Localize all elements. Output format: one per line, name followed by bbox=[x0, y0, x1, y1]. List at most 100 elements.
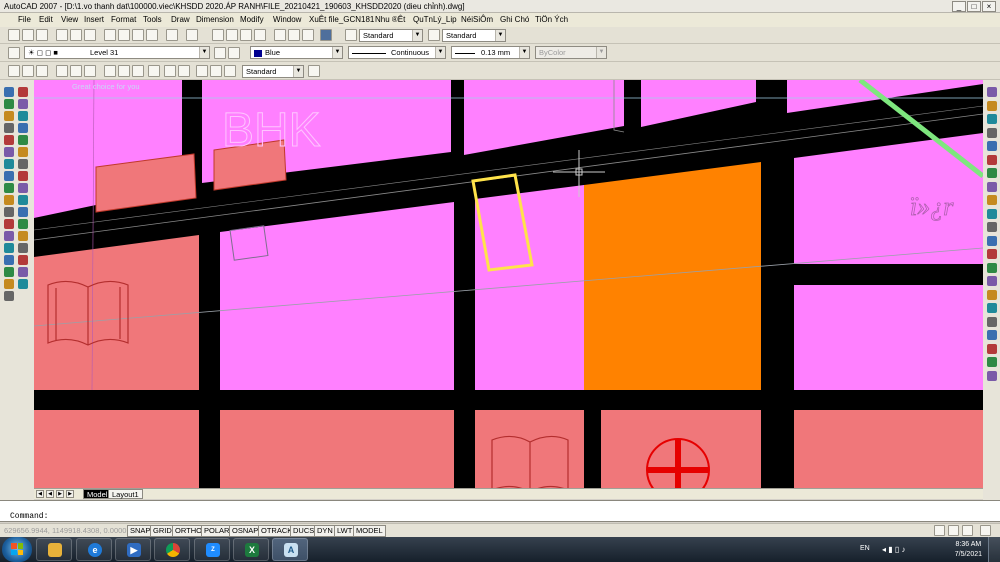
tolerance-icon[interactable] bbox=[164, 65, 176, 77]
layer-lock-icon[interactable] bbox=[987, 357, 997, 367]
lineweight-select[interactable]: 0.13 mm ▼ bbox=[451, 46, 530, 59]
parcel-residential[interactable] bbox=[794, 285, 983, 390]
media-player-taskbar-button[interactable]: ▶ bbox=[115, 538, 151, 561]
prev-tab-icon[interactable]: ◀ bbox=[46, 490, 54, 498]
paste-icon[interactable] bbox=[132, 29, 144, 41]
layer-isolate-icon[interactable] bbox=[987, 330, 997, 340]
arc-length-icon[interactable] bbox=[36, 65, 48, 77]
construction-line-icon[interactable] bbox=[18, 87, 28, 97]
angular-dim-icon[interactable] bbox=[84, 65, 96, 77]
menu-nhu-dat[interactable]: Nhu ®Êt bbox=[375, 15, 405, 24]
radius-dim-icon[interactable] bbox=[56, 65, 68, 77]
publish-icon[interactable] bbox=[84, 29, 96, 41]
erase-icon[interactable] bbox=[18, 195, 28, 205]
text-style-select[interactable]: Standard ▼ bbox=[359, 29, 423, 42]
tool-palettes-icon[interactable] bbox=[302, 29, 314, 41]
arc-icon[interactable] bbox=[18, 111, 28, 121]
explorer-taskbar-button[interactable] bbox=[36, 538, 72, 561]
last-tab-icon[interactable]: ▶ bbox=[66, 490, 74, 498]
print-icon[interactable] bbox=[56, 29, 68, 41]
stretch-icon[interactable] bbox=[987, 195, 997, 205]
menu-file[interactable]: File bbox=[18, 15, 31, 24]
copy-object-icon[interactable] bbox=[4, 207, 14, 217]
clean-screen-icon[interactable] bbox=[962, 525, 973, 536]
new-icon[interactable] bbox=[8, 29, 20, 41]
zalo-taskbar-button[interactable]: Z bbox=[194, 538, 230, 561]
show-desktop-button[interactable] bbox=[988, 537, 1000, 562]
menu-dimension[interactable]: Dimension bbox=[196, 15, 234, 24]
status-menu-icon[interactable] bbox=[980, 525, 991, 536]
scale-icon[interactable] bbox=[987, 181, 997, 192]
zoom-previous-icon[interactable] bbox=[254, 29, 266, 41]
lock-icon[interactable] bbox=[934, 525, 945, 536]
ellipse-icon[interactable] bbox=[18, 135, 28, 145]
menu-quan-ly[interactable]: QuTnLý_Lip bbox=[413, 15, 457, 24]
polygon-icon[interactable] bbox=[18, 99, 28, 109]
open-icon[interactable] bbox=[22, 29, 34, 41]
offset-icon[interactable] bbox=[4, 219, 14, 229]
explode-icon[interactable] bbox=[987, 303, 997, 313]
extend-icon[interactable] bbox=[18, 255, 28, 265]
menu-edit[interactable]: Edit bbox=[39, 15, 53, 24]
print-preview-icon[interactable] bbox=[70, 29, 82, 41]
join-icon[interactable] bbox=[987, 262, 997, 273]
chamfer-icon[interactable] bbox=[4, 279, 14, 289]
mirror-icon[interactable] bbox=[987, 114, 997, 124]
layer-walk-icon[interactable] bbox=[987, 370, 997, 381]
trim-icon[interactable] bbox=[4, 255, 14, 265]
gradient-icon[interactable] bbox=[18, 171, 28, 181]
dim-text-edit-icon[interactable] bbox=[210, 65, 222, 77]
linear-dim-icon[interactable] bbox=[8, 65, 20, 77]
linetype-select[interactable]: Continuous ▼ bbox=[348, 46, 446, 59]
menu-window[interactable]: Window bbox=[273, 15, 301, 24]
model-toggle[interactable]: MODEL bbox=[353, 525, 386, 537]
trim-icon[interactable] bbox=[987, 208, 997, 219]
parcel-commercial[interactable] bbox=[220, 410, 454, 488]
autocad-taskbar-button[interactable]: A bbox=[272, 538, 308, 561]
pan-icon[interactable] bbox=[212, 29, 224, 41]
diameter-dim-icon[interactable] bbox=[70, 65, 82, 77]
drawing-svg[interactable]: Great choice for you BHK ï»¿r bbox=[34, 80, 983, 488]
properties-icon[interactable] bbox=[274, 29, 286, 41]
rotate-icon[interactable] bbox=[18, 231, 28, 241]
parcel-residential[interactable] bbox=[475, 185, 584, 390]
drawing-area[interactable]: Great choice for you BHK ï»¿r bbox=[34, 80, 983, 488]
move-icon[interactable] bbox=[4, 231, 14, 241]
insert-block-icon[interactable] bbox=[18, 147, 28, 157]
make-block-icon[interactable] bbox=[4, 159, 14, 169]
comm-center-icon[interactable] bbox=[948, 525, 959, 536]
parcel-residential[interactable] bbox=[220, 202, 454, 390]
cut-icon[interactable] bbox=[104, 29, 116, 41]
join-icon[interactable] bbox=[18, 267, 28, 277]
table-icon[interactable] bbox=[18, 183, 28, 193]
ellipse-arc-icon[interactable] bbox=[4, 147, 14, 157]
stretch-icon[interactable] bbox=[18, 243, 28, 253]
close-button[interactable]: × bbox=[982, 1, 996, 12]
break-at-point-icon[interactable] bbox=[987, 235, 997, 246]
ortho-toggle[interactable]: ORTHO bbox=[172, 525, 205, 537]
rectangle-icon[interactable] bbox=[4, 111, 14, 121]
dim-style-select-2[interactable]: Standard ▼ bbox=[242, 65, 304, 78]
parcel-commercial[interactable] bbox=[34, 235, 199, 390]
offset-icon[interactable] bbox=[987, 127, 997, 138]
excel-taskbar-button[interactable]: X bbox=[233, 538, 269, 561]
hatch-icon[interactable] bbox=[4, 171, 14, 181]
array-icon[interactable] bbox=[18, 219, 28, 229]
fillet-icon[interactable] bbox=[987, 289, 997, 300]
help-icon[interactable] bbox=[320, 29, 332, 41]
menu-insert[interactable]: Insert bbox=[84, 15, 104, 24]
parcel-commercial[interactable] bbox=[34, 410, 199, 488]
match-properties-icon[interactable] bbox=[146, 29, 158, 41]
dim-style-icon[interactable] bbox=[428, 29, 440, 41]
tab-layout1[interactable]: Layout1 bbox=[108, 489, 143, 499]
center-mark-icon[interactable] bbox=[178, 65, 190, 77]
point-icon[interactable] bbox=[18, 159, 28, 169]
menu-draw[interactable]: Draw bbox=[171, 15, 190, 24]
ie-taskbar-button[interactable]: e bbox=[76, 538, 112, 561]
menu-ghi-chu[interactable]: Ghi Chó bbox=[500, 15, 529, 24]
layer-previous-icon[interactable] bbox=[228, 47, 240, 59]
menu-noi-diem[interactable]: NéiSiÔm bbox=[461, 15, 493, 24]
break-icon[interactable] bbox=[987, 249, 997, 259]
redo-icon[interactable] bbox=[186, 29, 198, 41]
dim-update-icon[interactable] bbox=[224, 65, 236, 77]
